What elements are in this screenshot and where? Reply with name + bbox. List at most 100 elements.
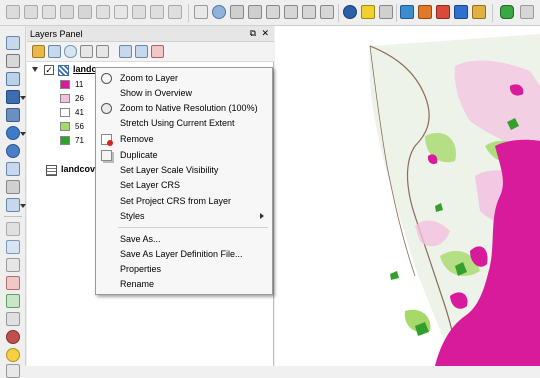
- add-delimited-text-icon[interactable]: [6, 180, 20, 194]
- map-tips-icon[interactable]: [400, 5, 414, 19]
- add-raster-layer-icon[interactable]: [6, 54, 20, 68]
- zoom-layer-icon[interactable]: [302, 5, 316, 19]
- duplicate-layer-icon: [101, 150, 112, 161]
- menu-item-show-in-overview[interactable]: Show in Overview: [96, 86, 272, 101]
- remove-layer-icon: [101, 134, 113, 146]
- fill-ring-icon[interactable]: [6, 258, 20, 272]
- layer-context-menu: Zoom to Layer Show in Overview Zoom to N…: [95, 67, 273, 295]
- legend-label: 26: [75, 94, 84, 103]
- add-mssql-icon[interactable]: [6, 108, 20, 122]
- menu-item-set-layer-crs[interactable]: Set Layer CRS: [96, 178, 272, 193]
- float-panel-icon[interactable]: ⧉: [250, 28, 256, 39]
- add-wcs-icon[interactable]: [6, 144, 20, 158]
- identify-icon[interactable]: [343, 5, 357, 19]
- zoom-native-icon: [101, 103, 112, 114]
- raster-layer-icon: [58, 65, 69, 76]
- add-feature-icon[interactable]: [60, 5, 74, 19]
- layer-name[interactable]: landc: [73, 64, 97, 74]
- toggle-editing-icon[interactable]: [24, 5, 38, 19]
- menu-item-duplicate[interactable]: Duplicate: [96, 148, 272, 163]
- legend-swatch: [60, 94, 70, 103]
- layers-panel-title: Layers Panel: [30, 29, 83, 39]
- filter-legend-icon[interactable]: [80, 45, 93, 58]
- show-bookmarks-icon[interactable]: [436, 5, 450, 19]
- pan-map-icon[interactable]: [194, 5, 208, 19]
- submenu-arrow-icon: [260, 213, 264, 219]
- filter-expression-icon[interactable]: [96, 45, 109, 58]
- legend-label: 11: [75, 80, 84, 89]
- left-toolbar: [0, 26, 26, 378]
- menu-item-zoom-to-layer[interactable]: Zoom to Layer: [96, 71, 272, 86]
- layers-panel-toolbar: [27, 42, 274, 62]
- edit-pencil-icon[interactable]: [6, 5, 20, 19]
- menu-item-stretch[interactable]: Stretch Using Current Extent: [96, 116, 272, 131]
- plugin-icon[interactable]: [500, 5, 514, 19]
- landcover-raster-map: [369, 34, 540, 366]
- menu-item-scale-visibility[interactable]: Set Layer Scale Visibility: [96, 163, 272, 178]
- python-console-icon[interactable]: [6, 348, 20, 362]
- zoom-to-layer-icon: [101, 73, 112, 84]
- table-layer-icon: [46, 165, 57, 176]
- menu-item-styles[interactable]: Styles: [96, 209, 272, 224]
- legend-swatch: [60, 80, 70, 89]
- zoom-selection-icon[interactable]: [284, 5, 298, 19]
- zoom-last-icon[interactable]: [320, 5, 334, 19]
- add-wfs-icon[interactable]: [6, 162, 20, 176]
- close-panel-icon[interactable]: ✕: [261, 28, 269, 39]
- zoom-out-icon[interactable]: [248, 5, 262, 19]
- zoom-in-icon[interactable]: [230, 5, 244, 19]
- layers-panel-header: Layers Panel ⧉ ✕: [27, 26, 274, 42]
- legend-label: 41: [75, 108, 84, 117]
- new-layer-icon[interactable]: [6, 198, 20, 212]
- menu-item-zoom-native[interactable]: Zoom to Native Resolution (100%): [96, 101, 272, 116]
- save-edits-icon[interactable]: [42, 5, 56, 19]
- collapse-all-icon[interactable]: [135, 45, 148, 58]
- menu-item-set-project-crs[interactable]: Set Project CRS from Layer: [96, 194, 272, 209]
- add-wms-icon[interactable]: [6, 126, 20, 140]
- legend-swatch: [60, 108, 70, 117]
- add-spatialite-icon[interactable]: [6, 72, 20, 86]
- expand-all-icon[interactable]: [119, 45, 132, 58]
- legend-label: 71: [75, 136, 84, 145]
- offset-curve-icon[interactable]: [6, 330, 20, 344]
- legend-label: 56: [75, 122, 84, 131]
- map-canvas[interactable]: [275, 26, 540, 366]
- more-tools-icon[interactable]: [520, 5, 534, 19]
- collapse-arrow-icon[interactable]: [32, 67, 38, 72]
- legend-swatch: [60, 122, 70, 131]
- split-features-icon[interactable]: [6, 312, 20, 326]
- cut-features-icon[interactable]: [132, 5, 146, 19]
- new-bookmark-icon[interactable]: [418, 5, 432, 19]
- remove-layer-icon[interactable]: [151, 45, 164, 58]
- globe-icon[interactable]: [212, 5, 226, 19]
- copy-features-icon[interactable]: [150, 5, 164, 19]
- layer-visibility-checkbox[interactable]: ✓: [44, 65, 54, 75]
- main-toolbar: [0, 0, 540, 26]
- add-vector-layer-icon[interactable]: [6, 36, 20, 50]
- statistics-icon[interactable]: [472, 5, 486, 19]
- menu-item-remove[interactable]: Remove: [96, 132, 272, 147]
- add-group-icon[interactable]: [48, 45, 61, 58]
- select-features-icon[interactable]: [361, 5, 375, 19]
- open-layer-styling-icon[interactable]: [32, 45, 45, 58]
- sum-icon[interactable]: [6, 364, 20, 378]
- zoom-full-icon[interactable]: [266, 5, 280, 19]
- add-postgis-icon[interactable]: [6, 90, 20, 104]
- move-feature-icon[interactable]: [78, 5, 92, 19]
- legend-swatch: [60, 136, 70, 145]
- digitize-icon[interactable]: [6, 222, 20, 236]
- menu-item-save-as[interactable]: Save As...: [96, 232, 272, 247]
- menu-item-rename[interactable]: Rename: [96, 277, 272, 292]
- menu-separator: [118, 227, 268, 228]
- node-tool-icon[interactable]: [96, 5, 110, 19]
- measure-icon[interactable]: [379, 5, 393, 19]
- delete-ring-icon[interactable]: [6, 276, 20, 290]
- delete-selected-icon[interactable]: [114, 5, 128, 19]
- text-annotation-icon[interactable]: [454, 5, 468, 19]
- add-ring-icon[interactable]: [6, 240, 20, 254]
- paste-features-icon[interactable]: [168, 5, 182, 19]
- manage-visibility-icon[interactable]: [64, 45, 77, 58]
- menu-item-save-as-definition[interactable]: Save As Layer Definition File...: [96, 247, 272, 262]
- menu-item-properties[interactable]: Properties: [96, 262, 272, 277]
- reshape-icon[interactable]: [6, 294, 20, 308]
